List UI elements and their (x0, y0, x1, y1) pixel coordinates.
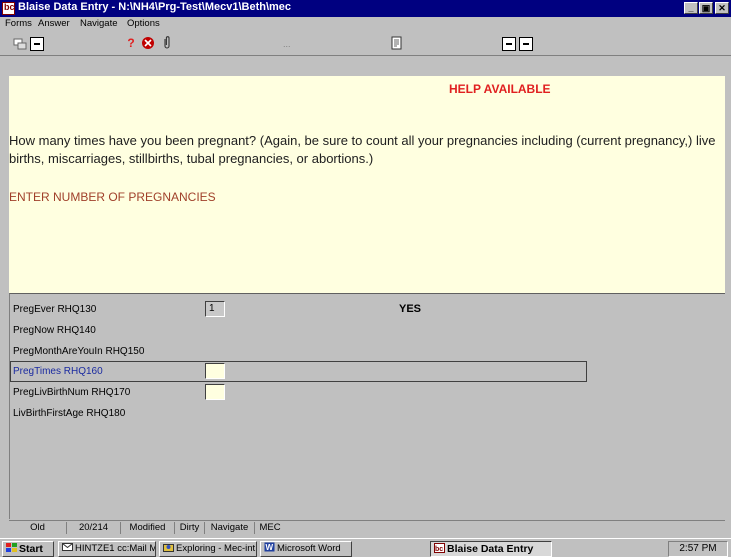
save-form-icon[interactable] (30, 37, 44, 51)
menu-navigate[interactable]: Navigate (80, 17, 118, 31)
task-blaise-label: Blaise Data Entry (447, 543, 534, 555)
blaise-app-icon[interactable] (2, 2, 15, 15)
status-location: MEC (259, 522, 281, 533)
taskbar: Start HINTZE1 cc:Mail M... Exploring - M… (0, 538, 731, 557)
task-word[interactable]: W Microsoft Word (260, 541, 352, 557)
status-modified: Modified (121, 522, 175, 534)
status-navigate: Navigate (205, 522, 255, 534)
field-answer-pregever: YES (399, 303, 422, 315)
field-value-pregever[interactable]: 1 (205, 301, 225, 317)
field-input-pregtimes[interactable] (205, 363, 225, 379)
word-icon: W (264, 542, 275, 552)
field-label-pregever[interactable]: PregEver RHQ130 (13, 304, 96, 315)
dont-know-icon[interactable] (141, 36, 155, 50)
task-exploring[interactable]: Exploring - Mec-int (159, 541, 257, 557)
remark-paperclip-icon[interactable] (160, 36, 174, 50)
interviewer-instruction: ENTER NUMBER OF PREGNANCIES (9, 190, 216, 204)
svg-text:bc: bc (435, 546, 443, 553)
menu-options[interactable]: Options (127, 17, 160, 31)
help-available-label[interactable]: HELP AVAILABLE (449, 82, 551, 96)
field-label-preglivbirthnum[interactable]: PregLivBirthNum RHQ170 (13, 387, 130, 398)
field-label-pregmonth[interactable]: PregMonthAreYouIn RHQ150 (13, 346, 144, 357)
field-label-livbirthfirstage[interactable]: LivBirthFirstAge RHQ180 (13, 408, 125, 419)
field-grid: PregEver RHQ130 1 YES PregNow RHQ140 Pre… (9, 293, 725, 519)
task-exploring-label: Exploring - Mec-int (176, 543, 256, 554)
field-label-pregtimes[interactable]: PregTimes RHQ160 (13, 366, 103, 377)
window-title: Blaise Data Entry - N:\NH4\Prg-Test\Mecv… (18, 1, 292, 13)
status-mode: Old (9, 522, 67, 534)
show-document-icon[interactable] (390, 36, 404, 50)
menu-bar: Forms Answer Navigate Options (0, 17, 731, 31)
toolbar-ellipsis: ... (283, 39, 291, 49)
question-pane: HELP AVAILABLE How many times have you b… (9, 76, 725, 293)
question-text: How many times have you been pregnant? (… (9, 133, 716, 166)
toolbar: ? ... (0, 31, 731, 56)
next-page-icon[interactable] (519, 37, 533, 51)
task-ccmail-label: HINTZE1 cc:Mail M... (75, 543, 155, 554)
task-word-label: Microsoft Word (277, 543, 341, 554)
minimize-button[interactable]: _ (684, 2, 698, 14)
title-bar: Blaise Data Entry - N:\NH4\Prg-Test\Mecv… (0, 0, 731, 17)
mail-icon (62, 542, 73, 552)
help-icon[interactable]: ? (124, 36, 138, 50)
field-input-preglivbirthnum[interactable] (205, 384, 225, 400)
forms-list-icon[interactable] (13, 37, 27, 51)
blaise-icon: bc (434, 543, 445, 553)
start-button[interactable]: Start (2, 541, 54, 557)
field-label-pregnow[interactable]: PregNow RHQ140 (13, 325, 96, 336)
status-bar: Old 20/214 Modified Dirty Navigate MEC (9, 520, 725, 534)
previous-page-icon[interactable] (502, 37, 516, 51)
menu-forms[interactable]: Forms (5, 17, 32, 31)
taskbar-clock[interactable]: 2:57 PM (668, 541, 728, 557)
status-dirty: Dirty (175, 522, 205, 534)
svg-text:W: W (266, 543, 274, 552)
menu-answer[interactable]: Answer (38, 17, 70, 31)
task-ccmail[interactable]: HINTZE1 cc:Mail M... (58, 541, 156, 557)
task-blaise[interactable]: bc Blaise Data Entry (430, 541, 552, 557)
status-position: 20/214 (67, 522, 121, 534)
windows-logo-icon (6, 543, 17, 553)
explorer-icon (163, 542, 174, 552)
start-label: Start (19, 543, 43, 555)
maximize-button[interactable]: ▣ (699, 2, 713, 14)
close-button[interactable]: ✕ (715, 2, 729, 14)
